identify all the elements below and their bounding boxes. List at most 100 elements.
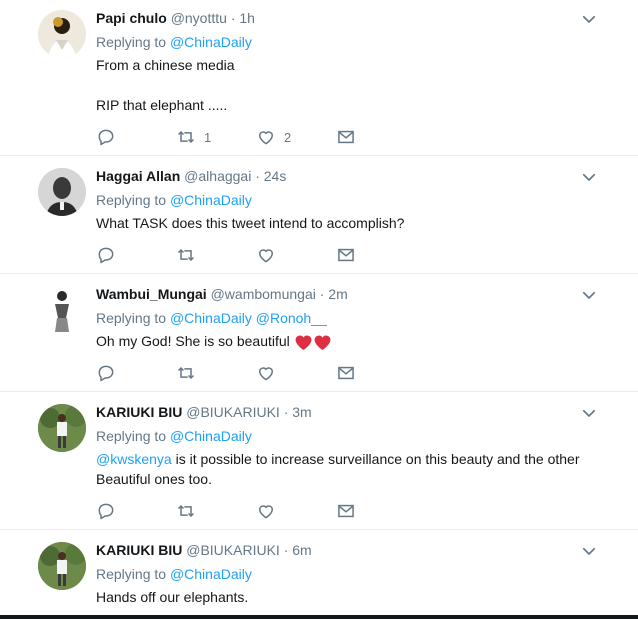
replying-to-link[interactable]: @ChinaDaily (170, 34, 252, 50)
timestamp[interactable]: · 3m (284, 404, 312, 420)
mention-link[interactable]: @kwskenya (96, 451, 172, 467)
reply-button[interactable] (96, 245, 116, 265)
tweet-text-line: Hands off our elephants. (96, 589, 249, 605)
replying-to-link[interactable]: @Ronoh__ (256, 310, 327, 326)
retweet-button[interactable] (176, 245, 196, 265)
tweet-text-line: Oh my God! She is so beautiful (96, 333, 290, 349)
chevron-down-icon[interactable] (580, 286, 598, 304)
reply-icon (96, 127, 116, 147)
tweet-header: Papi chulo @nyotttu · 1h (96, 10, 255, 26)
tweet-header: Haggai Allan @alhaggai · 24s (96, 168, 286, 184)
tweet-header: Wambui_Mungai @wambomungai · 2m (96, 286, 348, 302)
replying-to: Replying to @ChinaDaily (96, 34, 252, 50)
chevron-down-icon[interactable] (580, 10, 598, 28)
user-handle[interactable]: @BIUKARIUKI (186, 404, 280, 420)
retweet-count: 1 (204, 129, 212, 145)
user-handle[interactable]: @wambomungai (211, 286, 316, 302)
user-handle[interactable]: @alhaggai (184, 168, 251, 184)
tweet-text-line: What TASK does this tweet intend to acco… (96, 215, 405, 231)
display-name[interactable]: Haggai Allan (96, 168, 180, 184)
reply-icon (96, 363, 116, 383)
red-heart-emoji-icon (313, 333, 332, 352)
replying-to: Replying to @ChinaDaily (96, 566, 252, 582)
envelope-icon (336, 245, 356, 265)
replying-to: Replying to @ChinaDaily (96, 192, 252, 208)
replying-label: Replying to (96, 310, 167, 326)
display-name[interactable]: KARIUKI BIU (96, 542, 182, 558)
avatar[interactable] (38, 542, 86, 590)
tweet-actions (96, 501, 396, 521)
user-handle[interactable]: @nyotttu (171, 10, 227, 26)
chevron-down-icon[interactable] (580, 404, 598, 422)
reply-icon (96, 245, 116, 265)
retweet-button[interactable]: 1 (176, 127, 211, 147)
avatar[interactable] (38, 168, 86, 216)
like-button[interactable] (256, 501, 276, 521)
retweet-icon (176, 501, 196, 521)
envelope-icon (336, 127, 356, 147)
retweet-icon (176, 245, 196, 265)
reply-button[interactable] (96, 501, 116, 521)
reply-button[interactable] (96, 363, 116, 383)
display-name[interactable]: Papi chulo (96, 10, 167, 26)
user-handle[interactable]: @BIUKARIUKI (186, 542, 280, 558)
tweet-text-line: @kwskenya is it possible to increase sur… (96, 449, 616, 469)
retweet-button[interactable] (176, 363, 196, 383)
heart-icon (256, 127, 276, 147)
replying-label: Replying to (96, 428, 167, 444)
like-button[interactable] (256, 363, 276, 383)
direct-message-button[interactable] (336, 501, 356, 521)
tweet-item[interactable]: KARIUKI BIU @BIUKARIUKI · 3m Replying to… (0, 392, 638, 530)
timestamp[interactable]: · 6m (284, 542, 312, 558)
direct-message-button[interactable] (336, 127, 356, 147)
retweet-button[interactable] (176, 501, 196, 521)
tweet-item[interactable]: Haggai Allan @alhaggai · 24s Replying to… (0, 156, 638, 274)
retweet-icon (176, 127, 196, 147)
reply-icon (96, 501, 116, 521)
replying-to-link[interactable]: @ChinaDaily (170, 192, 252, 208)
like-count: 2 (284, 129, 292, 145)
tweet-item[interactable]: Papi chulo @nyotttu · 1h Replying to @Ch… (0, 0, 638, 156)
like-button[interactable] (256, 245, 276, 265)
bottom-border (0, 615, 638, 619)
heart-icon (256, 501, 276, 521)
timestamp[interactable]: · 24s (255, 168, 286, 184)
direct-message-button[interactable] (336, 363, 356, 383)
tweet-text-span: is it possible to increase surveillance … (171, 451, 580, 467)
replying-label: Replying to (96, 192, 167, 208)
tweet-text-line: From a chinese media (96, 57, 235, 73)
tweet-text: @kwskenya is it possible to increase sur… (96, 449, 616, 489)
replying-to-link[interactable]: @ChinaDaily (170, 566, 252, 582)
heart-icon (256, 363, 276, 383)
replying-to: Replying to @ChinaDaily (96, 428, 252, 444)
tweet-text-line: Beautiful ones too. (96, 471, 212, 487)
replying-to-link[interactable]: @ChinaDaily (170, 428, 252, 444)
replying-label: Replying to (96, 34, 167, 50)
avatar[interactable] (38, 10, 86, 58)
timestamp[interactable]: · 1h (231, 10, 255, 26)
replying-label: Replying to (96, 566, 167, 582)
tweet-text: Hands off our elephants. (96, 587, 248, 607)
timestamp[interactable]: · 2m (320, 286, 348, 302)
display-name[interactable]: Wambui_Mungai (96, 286, 207, 302)
avatar[interactable] (38, 286, 86, 334)
tweet-item[interactable]: KARIUKI BIU @BIUKARIUKI · 6m Replying to… (0, 530, 638, 615)
tweet-actions (96, 363, 396, 383)
chevron-down-icon[interactable] (580, 168, 598, 186)
tweet-text: Oh my God! She is so beautiful (96, 331, 332, 352)
replying-to-link[interactable]: @ChinaDaily (170, 310, 252, 326)
heart-icon (256, 245, 276, 265)
tweet-header: KARIUKI BIU @BIUKARIUKI · 6m (96, 542, 312, 558)
direct-message-button[interactable] (336, 245, 356, 265)
tweet-item[interactable]: Wambui_Mungai @wambomungai · 2m Replying… (0, 274, 638, 392)
envelope-icon (336, 363, 356, 383)
avatar[interactable] (38, 404, 86, 452)
tweet-text-line: RIP that elephant ..... (96, 97, 228, 113)
tweet-actions (96, 245, 396, 265)
reply-button[interactable] (96, 127, 116, 147)
tweet-text: From a chinese media RIP that elephant .… (96, 55, 235, 115)
like-button[interactable]: 2 (256, 127, 291, 147)
display-name[interactable]: KARIUKI BIU (96, 404, 182, 420)
chevron-down-icon[interactable] (580, 542, 598, 560)
replying-to: Replying to @ChinaDaily @Ronoh__ (96, 310, 327, 326)
